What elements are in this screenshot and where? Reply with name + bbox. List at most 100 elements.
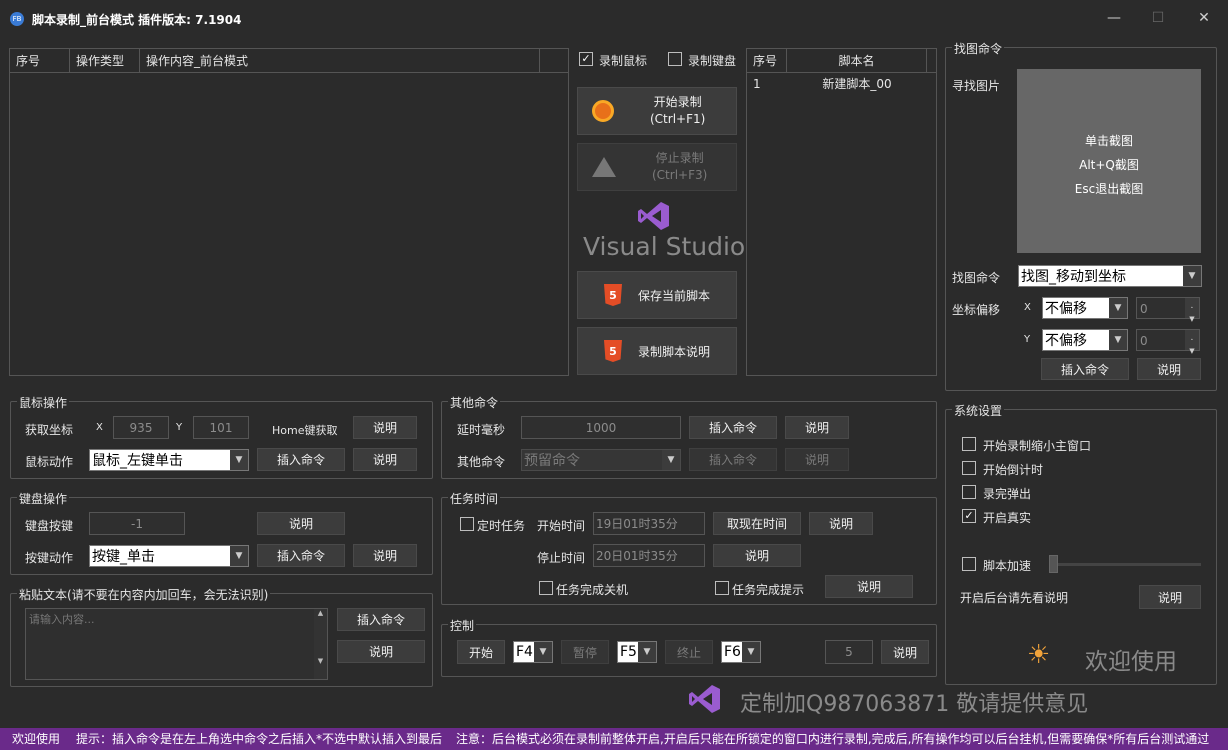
task-start-explain-button[interactable]: 说明: [809, 512, 873, 535]
stop-time-field[interactable]: 20日01时35分: [593, 544, 705, 567]
find-cmd-select[interactable]: 找图_移动到坐标 ▼: [1018, 265, 1202, 287]
close-button[interactable]: ✕: [1194, 8, 1214, 28]
table-row[interactable]: 1 新建脚本_00: [747, 73, 936, 95]
mouse-action-select[interactable]: 鼠标_左键单击 ▼: [89, 449, 249, 471]
countdown-checkbox[interactable]: [962, 461, 976, 475]
key-action-value: 按键_单击: [92, 549, 155, 565]
stop-record-shortcut: (Ctrl+F3): [652, 168, 708, 182]
control-start-button[interactable]: 开始: [457, 640, 505, 664]
offset-y-stepper[interactable]: 0 ▲ ▼: [1136, 329, 1200, 355]
other-explain-button[interactable]: 说明: [785, 448, 849, 471]
chevron-down-icon: ▼: [230, 450, 248, 470]
timed-task-label: 定时任务: [477, 519, 526, 533]
offset-x-value: 0: [1140, 302, 1148, 316]
maximize-button[interactable]: ☐: [1148, 8, 1168, 28]
key-action-explain-button[interactable]: 说明: [353, 544, 417, 567]
repeat-count-field[interactable]: 5: [825, 640, 873, 664]
other-cmd-select[interactable]: 预留命令 ▼: [521, 449, 681, 471]
find-insert-button[interactable]: 插入命令: [1041, 358, 1129, 380]
paste-explain-button[interactable]: 说明: [337, 640, 425, 663]
up-arrow-icon[interactable]: ▲: [1185, 298, 1199, 313]
minimize-button[interactable]: —: [1104, 8, 1124, 28]
paste-textarea[interactable]: 请输入内容...: [25, 608, 328, 680]
col-content[interactable]: 操作内容_前台模式: [140, 49, 540, 73]
end-hotkey-select[interactable]: F6 ▼: [721, 641, 761, 663]
mouse-coord-explain-button[interactable]: 说明: [353, 416, 417, 439]
status-tip: 提示：插入命令是在左上角选中命令之后插入*不选中默认插入到最后: [76, 732, 443, 746]
task-finish-explain-button[interactable]: 说明: [825, 575, 913, 598]
speed-checkbox[interactable]: [962, 557, 976, 571]
app-icon: FB: [10, 12, 24, 26]
col-script-no[interactable]: 序号: [747, 49, 787, 73]
paste-insert-button[interactable]: 插入命令: [337, 608, 425, 631]
operation-list[interactable]: 序号 操作类型 操作内容_前台模式: [9, 48, 569, 376]
offset-x-mode-select[interactable]: 不偏移 ▼: [1042, 297, 1128, 319]
record-desc-label: 录制脚本说明: [637, 344, 710, 359]
control-explain-button[interactable]: 说明: [881, 640, 929, 664]
mouse-y-field[interactable]: 101: [193, 416, 249, 439]
delay-field[interactable]: 1000: [521, 416, 681, 439]
other-insert-button[interactable]: 插入命令: [689, 448, 777, 471]
shrink-window-checkbox[interactable]: [962, 437, 976, 451]
pause-hotkey-select[interactable]: F5 ▼: [617, 641, 657, 663]
col-script-name[interactable]: 脚本名: [787, 49, 927, 73]
offset-y-mode-select[interactable]: 不偏移 ▼: [1042, 329, 1128, 351]
key-explain-button[interactable]: 说明: [257, 512, 345, 535]
speed-slider-track[interactable]: [1049, 563, 1201, 566]
now-time-button[interactable]: 取现在时间: [713, 512, 801, 535]
operation-list-header: 序号 操作类型 操作内容_前台模式: [10, 49, 568, 73]
real-mode-label: 开启真实: [983, 511, 1032, 525]
offset-y-mode-value: 不偏移: [1045, 333, 1087, 349]
key-field[interactable]: -1: [89, 512, 185, 535]
script-list[interactable]: 序号 脚本名 1 新建脚本_00: [746, 48, 937, 376]
start-hotkey-value: F4: [516, 644, 533, 660]
stop-record-button[interactable]: 停止录制 (Ctrl+F3): [577, 143, 737, 191]
mouse-x-field[interactable]: 935: [113, 416, 169, 439]
timed-task-checkbox[interactable]: [460, 517, 474, 531]
notify-label: 任务完成提示: [732, 583, 805, 597]
down-arrow-icon[interactable]: ▼: [1185, 308, 1199, 323]
mouse-x-label: X: [96, 422, 103, 433]
offset-y-value: 0: [1140, 334, 1148, 348]
control-pause-button[interactable]: 暂停: [561, 640, 609, 664]
key-insert-button[interactable]: 插入命令: [257, 544, 345, 567]
task-stop-explain-button[interactable]: 说明: [713, 544, 801, 567]
mouse-insert-button[interactable]: 插入命令: [257, 448, 345, 471]
mouse-legend: 鼠标操作: [17, 394, 70, 411]
pause-hotkey-value: F5: [620, 644, 637, 660]
start-record-button[interactable]: 开始录制 (Ctrl+F1): [577, 87, 737, 135]
up-arrow-icon[interactable]: ▲: [1185, 330, 1199, 345]
offset-x-stepper[interactable]: 0 ▲ ▼: [1136, 297, 1200, 323]
mouse-action-explain-button[interactable]: 说明: [353, 448, 417, 471]
shrink-window-label: 开始录制缩小主窗口: [983, 439, 1092, 453]
offset-label: 坐标偏移: [952, 303, 1001, 317]
popup-checkbox[interactable]: [962, 485, 976, 499]
system-explain-button[interactable]: 说明: [1139, 585, 1201, 609]
screenshot-area[interactable]: 单击截图 Alt+Q截图 Esc退出截图: [1017, 69, 1201, 253]
chevron-down-icon: ▼: [1109, 298, 1127, 318]
chevron-down-icon: ▼: [662, 450, 680, 470]
warning-icon: [592, 157, 616, 177]
col-no[interactable]: 序号: [10, 49, 70, 73]
col-type[interactable]: 操作类型: [70, 49, 140, 73]
delay-explain-button[interactable]: 说明: [785, 416, 849, 439]
watermark-text: 定制加Q987063871 敬请提供意见: [740, 692, 1089, 717]
key-action-select[interactable]: 按键_单击 ▼: [89, 545, 249, 567]
control-end-button[interactable]: 终止: [665, 640, 713, 664]
save-script-button[interactable]: 5 保存当前脚本: [577, 271, 737, 319]
chevron-down-icon: ▼: [1109, 330, 1127, 350]
paste-scrollbar[interactable]: ▲ ▼: [314, 609, 327, 679]
record-desc-button[interactable]: 5 录制脚本说明: [577, 327, 737, 375]
delay-insert-button[interactable]: 插入命令: [689, 416, 777, 439]
start-hotkey-select[interactable]: F4 ▼: [513, 641, 553, 663]
find-explain-button[interactable]: 说明: [1137, 358, 1201, 380]
record-mouse-checkbox[interactable]: ✓: [579, 52, 593, 66]
chevron-down-icon: ▼: [230, 546, 248, 566]
record-keyboard-checkbox[interactable]: [668, 52, 682, 66]
speed-slider-handle[interactable]: [1049, 555, 1058, 573]
notify-checkbox[interactable]: [715, 581, 729, 595]
shutdown-checkbox[interactable]: [539, 581, 553, 595]
down-arrow-icon[interactable]: ▼: [1185, 340, 1199, 355]
real-mode-checkbox[interactable]: ✓: [962, 509, 976, 523]
start-time-field[interactable]: 19日01时35分: [593, 512, 705, 535]
